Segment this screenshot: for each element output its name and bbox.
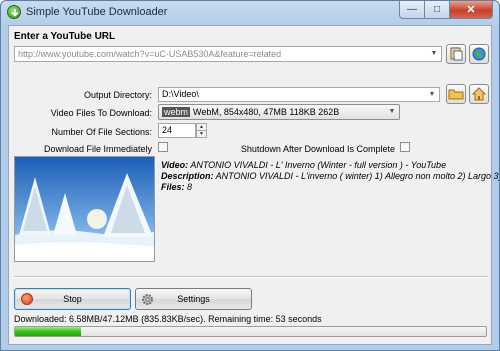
- format-chip: webm: [162, 107, 191, 117]
- files-label: Files:: [161, 182, 185, 192]
- description-line: Description: ANTONIO VIVALDI - L'inverno…: [161, 171, 500, 181]
- url-input[interactable]: http://www.youtube.com/watch?v=uC-USAB53…: [14, 46, 442, 62]
- window-controls: — □ ✕: [399, 1, 493, 19]
- app-download-icon: [7, 5, 21, 19]
- folder-icon: [448, 89, 464, 100]
- minimize-button[interactable]: —: [399, 1, 425, 19]
- settings-label: Settings: [177, 294, 210, 304]
- app-window: Simple YouTube Downloader — □ ✕ Enter a …: [0, 0, 500, 351]
- spin-down-button[interactable]: ▼: [196, 130, 207, 138]
- stop-button[interactable]: Stop: [14, 288, 131, 310]
- close-button[interactable]: ✕: [450, 1, 493, 19]
- output-dir-label: Output Directory:: [83, 90, 152, 100]
- shutdown-checkbox[interactable]: [400, 142, 410, 152]
- description-text: ANTONIO VIVALDI - L'inverno ( winter) 1)…: [213, 171, 500, 181]
- chevron-down-icon[interactable]: ▼: [428, 48, 440, 60]
- url-value: http://www.youtube.com/watch?v=uC-USAB53…: [18, 49, 282, 59]
- sections-value: 24: [162, 125, 173, 135]
- browse-folder-button[interactable]: [446, 84, 466, 104]
- paste-url-button[interactable]: [446, 44, 466, 64]
- home-folder-icon: [471, 87, 487, 101]
- chevron-down-icon[interactable]: ▼: [426, 89, 438, 101]
- shutdown-label: Shutdown After Download Is Complete: [240, 144, 395, 154]
- window-title: Simple YouTube Downloader: [26, 6, 168, 18]
- output-dir-input[interactable]: D:\Video\ ▼: [158, 87, 440, 102]
- description-label: Description:: [161, 171, 214, 181]
- download-progress-bar: [14, 326, 487, 337]
- stop-label: Stop: [63, 294, 82, 304]
- video-title-line: Video: ANTONIO VIVALDI - L' Inverno (Win…: [161, 160, 446, 170]
- chevron-down-icon[interactable]: ▼: [386, 106, 398, 118]
- globe-icon: [472, 47, 486, 61]
- main-panel: Enter a YouTube URL http://www.youtube.c…: [8, 25, 499, 345]
- url-heading: Enter a YouTube URL: [14, 31, 116, 42]
- video-files-label: Video Files To Download:: [50, 108, 152, 118]
- maximize-button[interactable]: □: [425, 1, 450, 19]
- stop-icon: [21, 293, 33, 305]
- video-title: ANTONIO VIVALDI - L' Inverno (Winter - f…: [188, 160, 447, 170]
- immediate-checkbox[interactable]: [158, 142, 168, 152]
- open-folder-button[interactable]: [469, 84, 489, 104]
- sections-label: Number Of File Sections:: [51, 127, 152, 137]
- divider: [14, 276, 488, 278]
- clipboard-icon: [450, 47, 463, 61]
- video-label: Video:: [161, 160, 189, 170]
- video-thumbnail: [14, 156, 155, 262]
- download-progress-fill: [15, 327, 81, 336]
- format-value: WebM, 854x480, 47MB 118KB 262B: [193, 107, 340, 117]
- immediate-label: Download File Immediately: [43, 144, 152, 154]
- output-dir-value: D:\Video\: [162, 89, 199, 99]
- settings-button[interactable]: Settings: [135, 288, 252, 310]
- gear-icon: [142, 294, 153, 305]
- files-count: 8: [184, 182, 193, 192]
- files-line: Files: 8: [161, 182, 192, 192]
- sections-input[interactable]: 24: [158, 123, 196, 138]
- title-bar[interactable]: Simple YouTube Downloader — □ ✕: [1, 1, 499, 25]
- browse-youtube-button[interactable]: [469, 44, 489, 64]
- format-select[interactable]: webm WebM, 854x480, 47MB 118KB 262B ▼: [158, 104, 400, 120]
- status-text: Downloaded: 6.58MB/47.12MB (835.83KB/sec…: [14, 314, 322, 324]
